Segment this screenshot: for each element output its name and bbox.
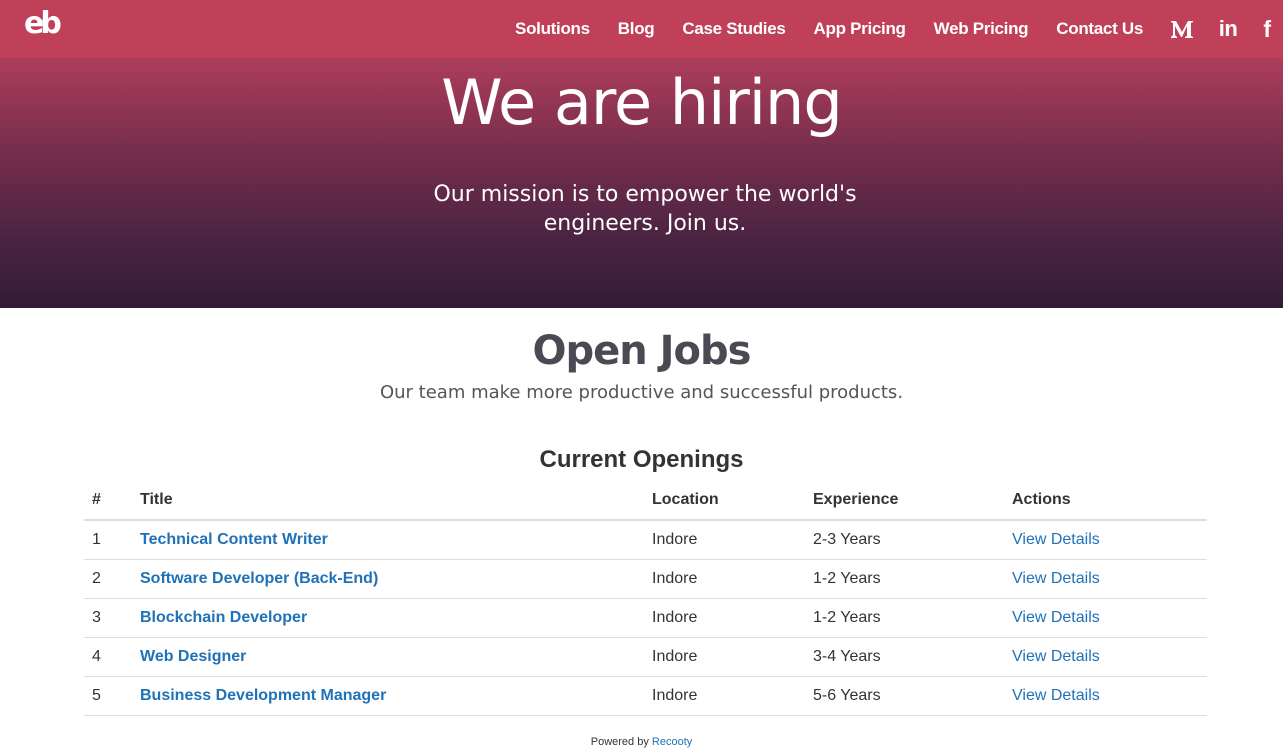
job-experience: 1-2 Years	[805, 559, 1004, 599]
job-number: 5	[84, 676, 132, 716]
social-links: in f	[1170, 0, 1271, 58]
job-number: 1	[84, 520, 132, 560]
nav-link-contact-us[interactable]: Contact Us	[1056, 19, 1143, 39]
linkedin-icon[interactable]: in	[1219, 18, 1238, 40]
job-experience: 5-6 Years	[805, 676, 1004, 716]
nav-link-app-pricing[interactable]: App Pricing	[814, 19, 906, 39]
logo-accent-icon: ✓	[38, 12, 50, 28]
nav-link-web-pricing[interactable]: Web Pricing	[934, 19, 1029, 39]
job-title-link[interactable]: Software Developer (Back-End)	[140, 570, 378, 587]
column-header-title: Title	[132, 480, 644, 521]
table-row: 1 Technical Content Writer Indore 2-3 Ye…	[84, 520, 1207, 560]
jobs-table: # Title Location Experience Actions 1 Te…	[84, 480, 1207, 716]
job-location: Indore	[644, 637, 805, 677]
table-row: 5 Business Development Manager Indore 5-…	[84, 676, 1207, 716]
view-details-link[interactable]: View Details	[1012, 687, 1100, 704]
job-experience: 3-4 Years	[805, 637, 1004, 677]
nav-link-blog[interactable]: Blog	[618, 19, 655, 39]
hero-title: We are hiring	[441, 66, 842, 139]
powered-by: Powered by Recooty	[0, 736, 1283, 748]
top-navbar: ✓ eb Solutions Blog Case Studies App Pri…	[0, 0, 1283, 58]
open-jobs-subtitle: Our team make more productive and succes…	[379, 382, 904, 403]
column-header-number: #	[84, 480, 132, 521]
medium-icon[interactable]	[1170, 19, 1193, 39]
current-openings-heading: Current Openings	[539, 446, 744, 473]
hero-subtitle: Our mission is to empower the world's en…	[433, 182, 857, 236]
job-experience: 2-3 Years	[805, 520, 1004, 560]
job-number: 4	[84, 637, 132, 677]
job-title-link[interactable]: Web Designer	[140, 648, 246, 665]
table-header-row: # Title Location Experience Actions	[84, 480, 1207, 521]
view-details-link[interactable]: View Details	[1012, 648, 1100, 665]
column-header-location: Location	[644, 480, 805, 521]
job-experience: 1-2 Years	[805, 598, 1004, 638]
table-row: 4 Web Designer Indore 3-4 Years View Det…	[84, 637, 1207, 677]
facebook-icon[interactable]: f	[1263, 17, 1271, 41]
recooty-link[interactable]: Recooty	[652, 736, 692, 748]
table-row: 3 Blockchain Developer Indore 1-2 Years …	[84, 598, 1207, 638]
job-location: Indore	[644, 520, 805, 560]
job-title-link[interactable]: Blockchain Developer	[140, 609, 307, 626]
nav-link-case-studies[interactable]: Case Studies	[682, 19, 785, 39]
view-details-link[interactable]: View Details	[1012, 531, 1100, 548]
job-title-link[interactable]: Business Development Manager	[140, 687, 386, 704]
view-details-link[interactable]: View Details	[1012, 609, 1100, 626]
job-location: Indore	[644, 598, 805, 638]
column-header-actions: Actions	[1004, 480, 1207, 521]
nav-link-solutions[interactable]: Solutions	[515, 19, 590, 39]
hero-banner: We are hiring Our mission is to empower …	[0, 58, 1283, 308]
job-title-link[interactable]: Technical Content Writer	[140, 531, 328, 548]
job-number: 3	[84, 598, 132, 638]
powered-by-text: Powered by	[590, 736, 649, 748]
logo[interactable]: ✓ eb	[24, 6, 68, 42]
column-header-experience: Experience	[805, 480, 1004, 521]
table-row: 2 Software Developer (Back-End) Indore 1…	[84, 559, 1207, 599]
job-location: Indore	[644, 676, 805, 716]
view-details-link[interactable]: View Details	[1012, 570, 1100, 587]
open-jobs-heading: Open Jobs	[532, 328, 752, 374]
main-nav: Solutions Blog Case Studies App Pricing …	[515, 0, 1143, 58]
job-location: Indore	[644, 559, 805, 599]
job-number: 2	[84, 559, 132, 599]
